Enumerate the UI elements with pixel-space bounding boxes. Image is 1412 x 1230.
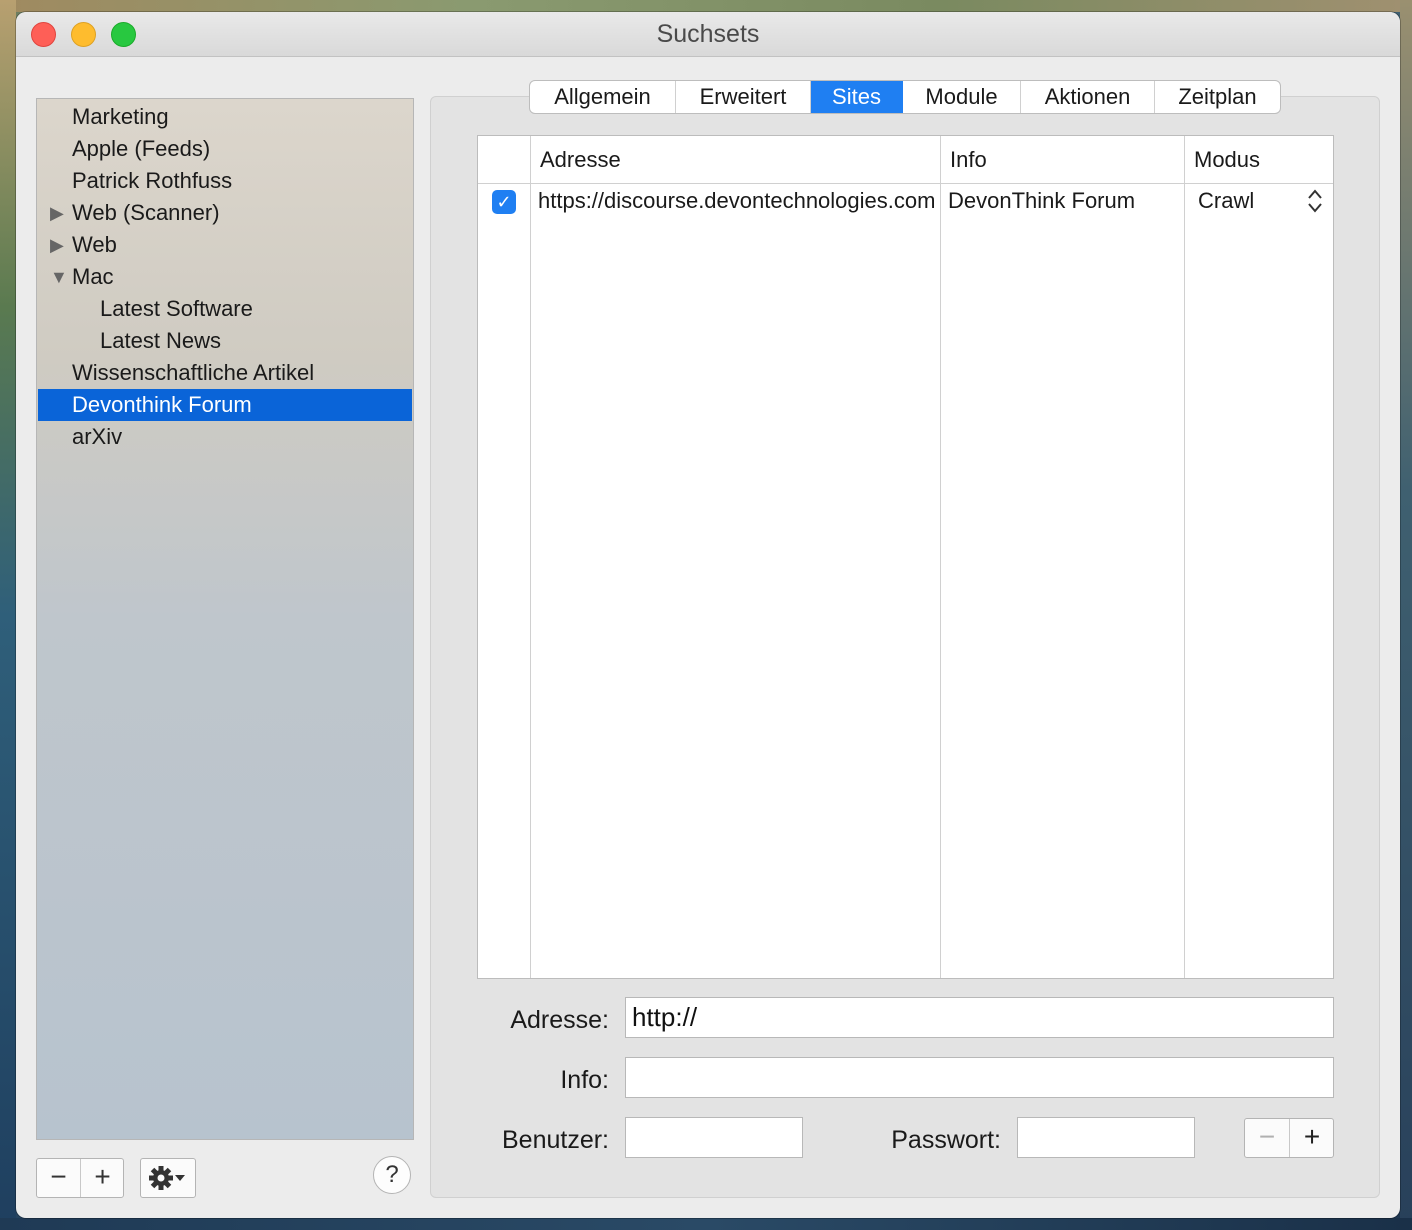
sidebar-item-label: Patrick Rothfuss — [72, 168, 233, 193]
sidebar-item-label: Latest Software — [100, 296, 253, 321]
column-divider — [940, 136, 941, 978]
column-divider — [530, 136, 531, 978]
sidebar-item[interactable]: arXiv — [38, 421, 412, 453]
tab-aktionen[interactable]: Aktionen — [1021, 81, 1155, 113]
site-address-cell: https://discourse.devontechnologies.com — [538, 188, 936, 213]
disclosure-collapsed-icon[interactable]: ▶ — [50, 197, 64, 229]
tab-module[interactable]: Module — [903, 81, 1021, 113]
desktop-background-right — [1400, 0, 1412, 1230]
tab-allgemein[interactable]: Allgemein — [530, 81, 676, 113]
sidebar-item[interactable]: ▶ Web — [38, 229, 412, 261]
sidebar-item[interactable]: Apple (Feeds) — [38, 133, 412, 165]
info-field[interactable] — [625, 1057, 1334, 1098]
info-label: Info: — [560, 1066, 609, 1094]
title-bar[interactable]: Suchsets — [16, 12, 1400, 57]
column-divider — [1184, 136, 1185, 978]
sidebar-item[interactable]: Latest News — [38, 325, 412, 357]
address-field[interactable] — [625, 997, 1334, 1038]
user-field[interactable] — [625, 1117, 803, 1158]
tab-bar: Allgemein Erweitert Sites Module Aktione… — [529, 80, 1281, 114]
add-site-button[interactable]: + — [1290, 1119, 1334, 1157]
remove-site-button[interactable]: − — [1245, 1119, 1290, 1157]
search-set-list[interactable]: Marketing Apple (Feeds) Patrick Rothfuss ▶ W… — [36, 98, 414, 1140]
site-enabled-checkbox[interactable]: ✓ — [492, 190, 516, 214]
sidebar-item-label: Devonthink Forum — [72, 392, 252, 417]
action-menu-button[interactable] — [140, 1158, 196, 1198]
table-header: Adresse Info Modus — [478, 136, 1333, 184]
tab-zeitplan[interactable]: Zeitplan — [1155, 81, 1280, 113]
disclosure-collapsed-icon[interactable]: ▶ — [50, 229, 64, 261]
column-header-info[interactable]: Info — [950, 136, 987, 183]
sidebar-item[interactable]: Devonthink Forum — [38, 389, 412, 421]
column-header-adresse[interactable]: Adresse — [540, 136, 621, 183]
desktop-background — [0, 0, 1412, 12]
site-info-cell: DevonThink Forum — [948, 188, 1136, 213]
help-button[interactable]: ? — [373, 1156, 411, 1194]
sidebar-item[interactable]: Wissenschaftliche Artikel — [38, 357, 412, 389]
window-title: Suchsets — [656, 20, 760, 48]
sidebar-item-label: Mac — [72, 264, 114, 289]
popup-stepper-icon[interactable] — [1306, 187, 1324, 215]
add-set-button[interactable]: + — [81, 1159, 124, 1197]
gear-icon — [149, 1166, 185, 1190]
chevron-down-icon — [175, 1175, 185, 1181]
sidebar-item-label: Latest News — [100, 328, 222, 353]
sidebar-item[interactable]: Patrick Rothfuss — [38, 165, 412, 197]
site-mode-popup[interactable]: Crawl — [1198, 184, 1298, 218]
address-label: Adresse: — [510, 1006, 609, 1034]
remove-set-button[interactable]: − — [37, 1159, 81, 1197]
desktop-background-left — [0, 0, 16, 1230]
sidebar-item-label: Apple (Feeds) — [72, 136, 211, 161]
password-field[interactable] — [1017, 1117, 1195, 1158]
tab-erweitert[interactable]: Erweitert — [676, 81, 811, 113]
list-add-remove-buttons: − + — [36, 1158, 124, 1198]
sidebar-item-label: Marketing — [72, 104, 169, 129]
sidebar-item-label: Web — [72, 232, 117, 257]
sidebar-item[interactable]: ▶ Web (Scanner) — [38, 197, 412, 229]
password-label: Passwort: — [891, 1126, 1001, 1154]
sites-table[interactable]: Adresse Info Modus ✓ https://discourse.d… — [477, 135, 1334, 979]
desktop-background-bottom — [0, 1218, 1412, 1230]
disclosure-expanded-icon[interactable]: ▼ — [50, 261, 68, 293]
sidebar-item[interactable]: ▼ Mac — [38, 261, 412, 293]
tab-sites[interactable]: Sites — [811, 81, 903, 113]
sidebar-item-label: Wissenschaftliche Artikel — [72, 360, 315, 385]
user-label: Benutzer: — [501, 1126, 609, 1154]
sidebar-item[interactable]: Marketing — [38, 101, 412, 133]
sidebar-item-label: arXiv — [72, 424, 123, 449]
sidebar-item-label: Web (Scanner) — [72, 200, 220, 225]
column-header-modus[interactable]: Modus — [1194, 136, 1260, 183]
site-add-remove-buttons: − + — [1244, 1118, 1334, 1158]
sidebar-item[interactable]: Latest Software — [38, 293, 412, 325]
suchsets-window: Suchsets Marketing Apple (Feeds) Patrick R… — [16, 12, 1400, 1218]
